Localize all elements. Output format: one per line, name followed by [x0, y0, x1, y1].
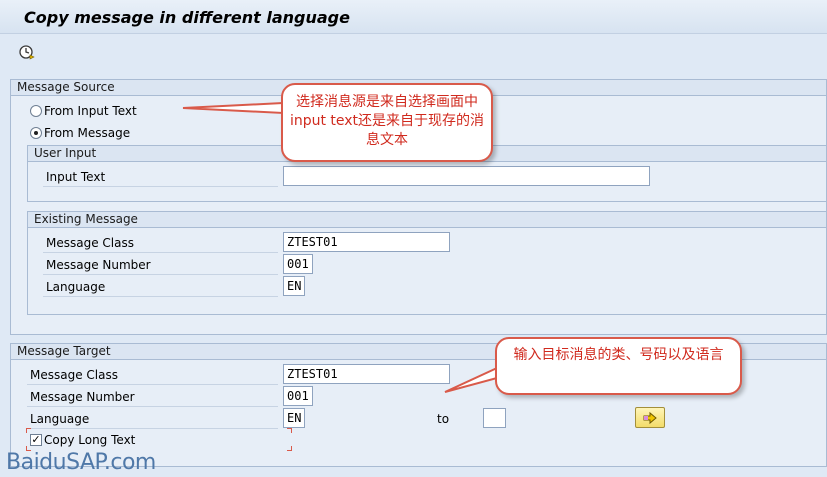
- radio-from-message-label: From Message: [44, 126, 131, 140]
- existing-message-title: Existing Message: [28, 212, 826, 228]
- watermark: BaiduSAP.com: [6, 450, 156, 475]
- execute-button[interactable]: [18, 43, 36, 61]
- target-language-to-label: to: [437, 412, 450, 426]
- highlight-corner-tl: [26, 428, 31, 433]
- existing-language-field[interactable]: [283, 276, 305, 296]
- existing-number-label: Message Number: [46, 258, 151, 272]
- target-class-field[interactable]: [283, 364, 450, 384]
- input-text-field[interactable]: [283, 166, 650, 186]
- input-text-label: Input Text: [46, 170, 106, 184]
- copy-long-text-label: Copy Long Text: [44, 433, 136, 447]
- callout-message-source: 选择消息源是来自选择画面中input text还是来自于现存的消息文本: [281, 83, 493, 162]
- existing-number-field[interactable]: [283, 254, 313, 274]
- existing-class-field[interactable]: [283, 232, 450, 252]
- existing-class-label: Message Class: [46, 236, 134, 250]
- radio-from-message[interactable]: [30, 127, 42, 139]
- title-bar: Copy message in different language: [0, 0, 827, 34]
- target-number-field[interactable]: [283, 386, 313, 406]
- existing-language-label: Language: [46, 280, 106, 294]
- copy-long-text-checkbox[interactable]: ✓: [30, 434, 42, 446]
- target-language-to-field[interactable]: [483, 408, 506, 428]
- highlight-corner-br: [287, 446, 292, 451]
- multiple-selection-arrow-icon: [643, 411, 657, 424]
- execute-clock-icon: [19, 45, 35, 60]
- radio-from-input-text-label: From Input Text: [44, 104, 137, 118]
- highlight-corner-tr: [287, 428, 292, 433]
- target-number-label: Message Number: [30, 390, 135, 404]
- target-language-label: Language: [30, 412, 90, 426]
- application-toolbar: [0, 35, 827, 69]
- page-title: Copy message in different language: [24, 8, 350, 27]
- target-language-field[interactable]: [283, 408, 305, 428]
- target-class-label: Message Class: [30, 368, 118, 382]
- callout-message-target: 输入目标消息的类、号码以及语言: [495, 337, 742, 395]
- radio-from-input-text[interactable]: [30, 105, 42, 117]
- multiple-selection-button[interactable]: [635, 407, 665, 428]
